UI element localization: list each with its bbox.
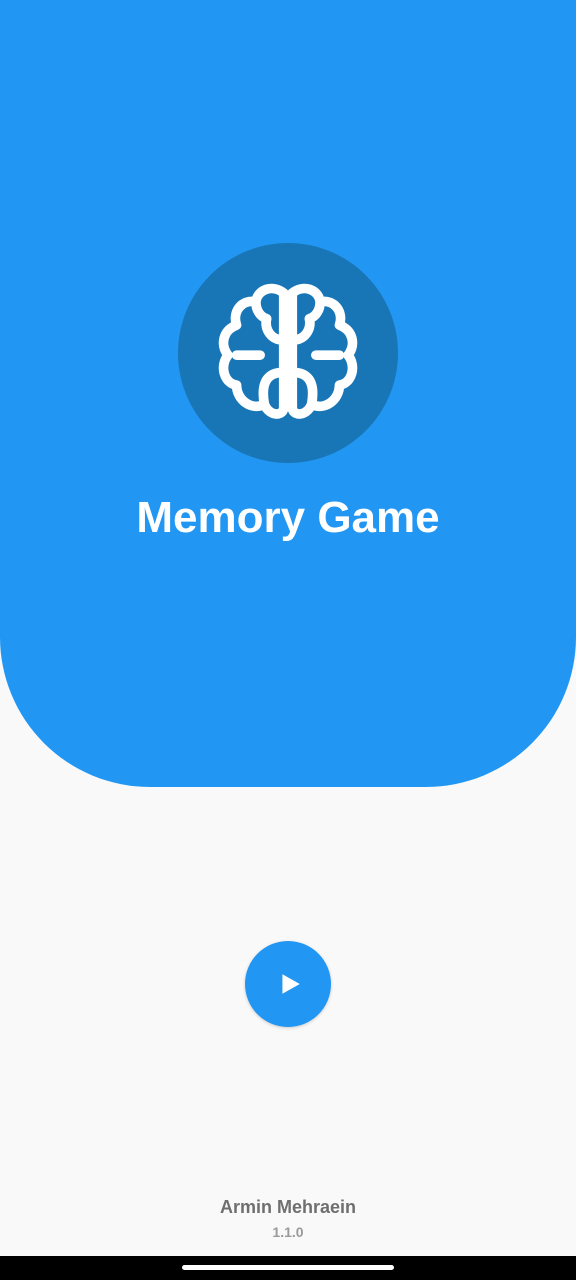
logo-badge	[178, 243, 398, 463]
home-indicator[interactable]	[182, 1265, 394, 1270]
app-version: 1.1.0	[272, 1224, 304, 1240]
play-button[interactable]	[245, 941, 331, 1027]
author-name: Armin Mehraein	[219, 1197, 357, 1217]
brain-icon	[218, 283, 358, 419]
header-panel: Memory Game	[0, 0, 576, 787]
app-title: Memory Game	[136, 493, 440, 542]
play-icon	[281, 974, 300, 994]
